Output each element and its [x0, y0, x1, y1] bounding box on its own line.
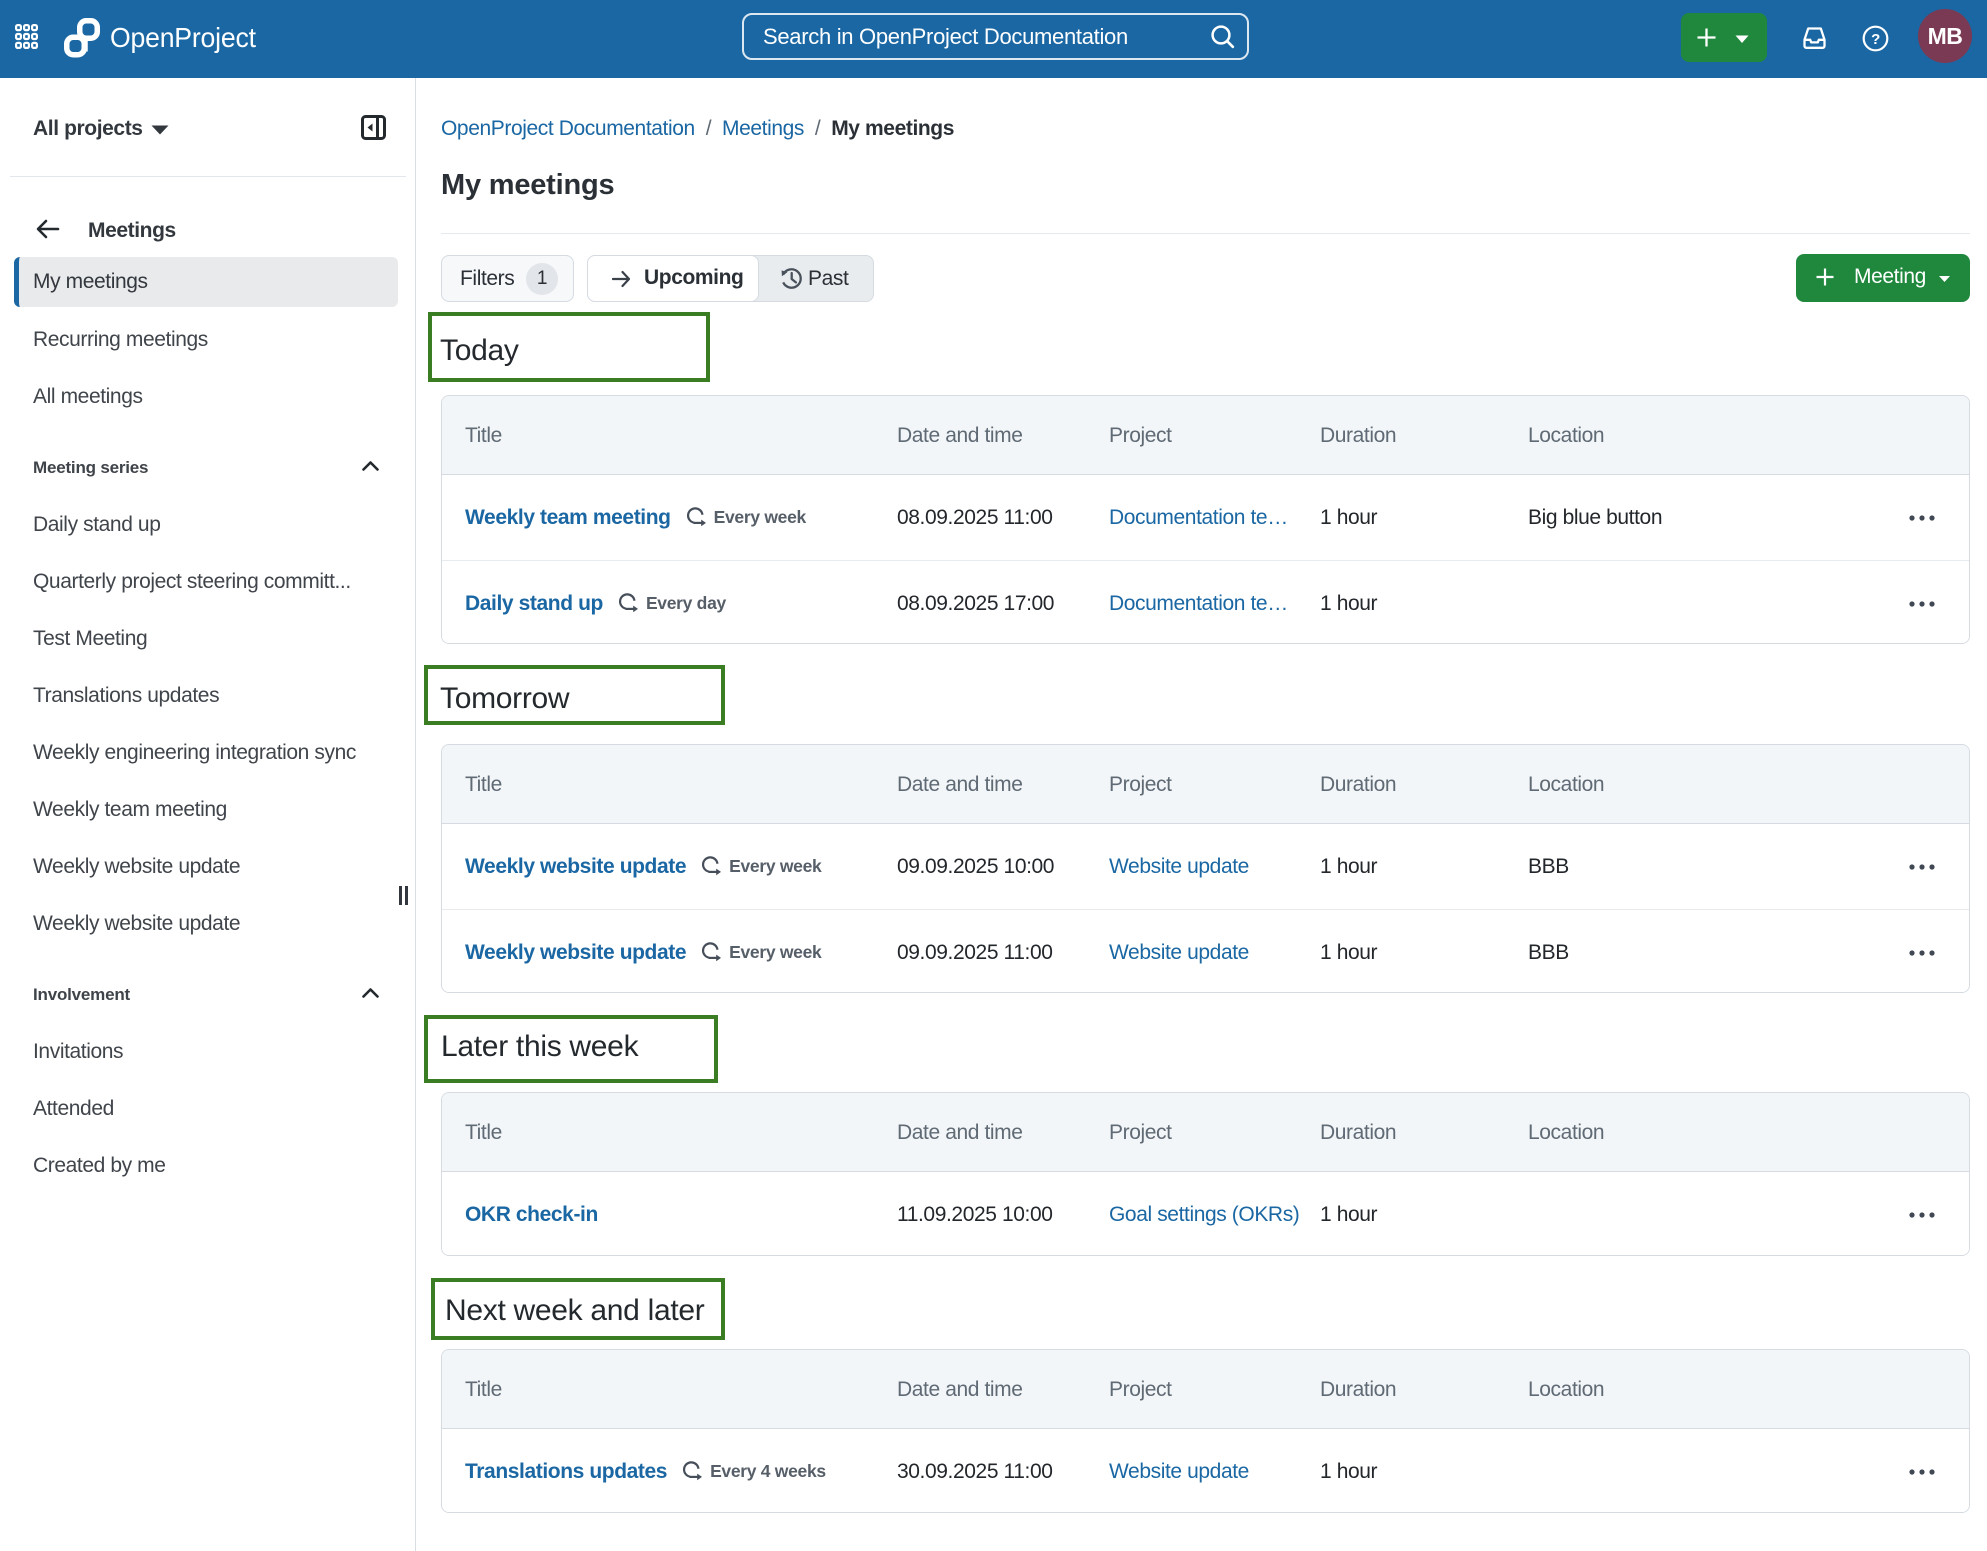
- svg-text:?: ?: [1871, 31, 1880, 48]
